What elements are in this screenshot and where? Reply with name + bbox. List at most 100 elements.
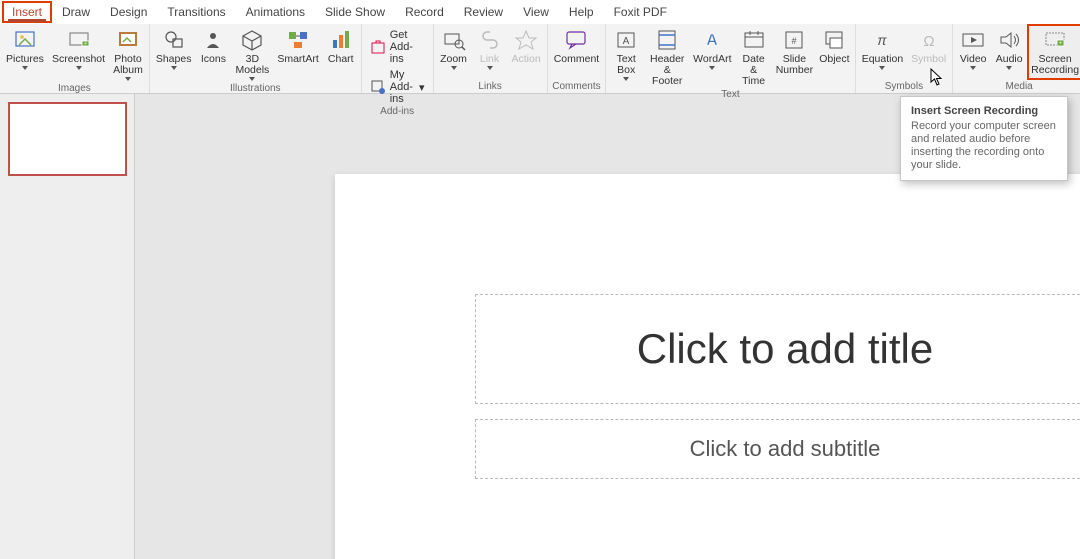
action-button: Action bbox=[510, 26, 543, 67]
tab-foxit[interactable]: Foxit PDF bbox=[604, 1, 677, 23]
chart-button[interactable]: Chart bbox=[325, 26, 357, 67]
tab-draw[interactable]: Draw bbox=[52, 1, 100, 23]
object-button[interactable]: Object bbox=[818, 26, 851, 67]
wordart-label: WordArt bbox=[693, 54, 731, 65]
icons-button[interactable]: Icons bbox=[197, 26, 229, 67]
link-button: Link bbox=[474, 26, 506, 72]
3d-models-button[interactable]: 3D Models bbox=[233, 26, 271, 83]
equation-button[interactable]: π Equation bbox=[860, 26, 905, 72]
smartart-button[interactable]: SmartArt bbox=[275, 26, 320, 67]
screen-recording-tooltip: Insert Screen Recording Record your comp… bbox=[900, 96, 1068, 181]
svg-text:π: π bbox=[878, 32, 888, 48]
get-addins-label: Get Add-ins bbox=[390, 29, 425, 65]
group-links-label: Links bbox=[438, 81, 543, 93]
tab-help[interactable]: Help bbox=[559, 1, 604, 23]
shapes-button[interactable]: Shapes bbox=[154, 26, 194, 72]
zoom-label: Zoom bbox=[440, 54, 467, 65]
chevron-down-icon bbox=[76, 66, 82, 70]
pictures-label: Pictures bbox=[6, 54, 44, 65]
addin-icon bbox=[370, 79, 386, 95]
datetime-icon bbox=[741, 28, 767, 52]
textbox-button[interactable]: A Text Box bbox=[610, 26, 642, 83]
screenshot-button[interactable]: + Screenshot bbox=[50, 26, 107, 72]
tab-animations[interactable]: Animations bbox=[236, 1, 315, 23]
shapes-label: Shapes bbox=[156, 54, 192, 65]
symbol-icon: Ω bbox=[916, 28, 942, 52]
chart-label: Chart bbox=[328, 54, 354, 65]
picture-icon bbox=[12, 28, 38, 52]
slidenumber-button[interactable]: # Slide Number bbox=[775, 26, 814, 78]
equation-label: Equation bbox=[862, 54, 903, 65]
svg-text:#: # bbox=[792, 36, 797, 46]
link-label: Link bbox=[480, 54, 499, 65]
ribbon-tabs: Insert Draw Design Transitions Animation… bbox=[0, 0, 1080, 24]
3d-models-label: 3D Models bbox=[235, 54, 269, 76]
header-footer-button[interactable]: Header & Footer bbox=[646, 26, 688, 89]
tab-slideshow[interactable]: Slide Show bbox=[315, 1, 395, 23]
smartart-label: SmartArt bbox=[277, 54, 318, 65]
slidenumber-label: Slide Number bbox=[776, 54, 813, 76]
icons-label: Icons bbox=[201, 54, 226, 65]
screenshot-icon: + bbox=[66, 28, 92, 52]
tab-view[interactable]: View bbox=[513, 1, 559, 23]
textbox-icon: A bbox=[613, 28, 639, 52]
video-label: Video bbox=[960, 54, 987, 65]
video-button[interactable]: Video bbox=[957, 26, 989, 72]
group-images: Pictures + Screenshot Photo Album Images bbox=[0, 24, 150, 93]
pictures-button[interactable]: Pictures bbox=[4, 26, 46, 72]
chevron-down-icon bbox=[22, 66, 28, 70]
equation-icon: π bbox=[869, 28, 895, 52]
datetime-label: Date & Time bbox=[738, 54, 768, 87]
chevron-down-icon bbox=[623, 77, 629, 81]
shapes-icon bbox=[161, 28, 187, 52]
photo-album-icon bbox=[115, 28, 141, 52]
group-addins: Get Add-ins My Add-ins ▾ Add-ins bbox=[362, 24, 434, 93]
audio-button[interactable]: Audio bbox=[993, 26, 1025, 72]
tab-record[interactable]: Record bbox=[395, 1, 454, 23]
chevron-down-icon bbox=[879, 66, 885, 70]
store-icon bbox=[370, 39, 386, 55]
screen-recording-icon: + bbox=[1042, 28, 1068, 52]
tab-design[interactable]: Design bbox=[100, 1, 157, 23]
wordart-button[interactable]: A WordArt bbox=[692, 26, 732, 72]
audio-icon bbox=[996, 28, 1022, 52]
header-footer-icon bbox=[654, 28, 680, 52]
tab-insert[interactable]: Insert bbox=[2, 1, 52, 23]
ribbon: Pictures + Screenshot Photo Album Images… bbox=[0, 24, 1080, 94]
tooltip-body: Record your computer screen and related … bbox=[911, 120, 1057, 172]
header-footer-label: Header & Footer bbox=[648, 54, 686, 87]
chevron-down-icon bbox=[1006, 66, 1012, 70]
subtitle-placeholder[interactable]: Click to add subtitle bbox=[475, 419, 1080, 479]
screen-recording-button[interactable]: + Screen Recording bbox=[1029, 26, 1080, 78]
group-links: Zoom Link Action Links bbox=[434, 24, 548, 93]
chevron-down-icon bbox=[970, 66, 976, 70]
svg-text:Ω: Ω bbox=[923, 33, 934, 50]
zoom-button[interactable]: Zoom bbox=[438, 26, 470, 72]
group-symbols-label: Symbols bbox=[860, 81, 948, 93]
thumbnail-slide-1[interactable] bbox=[10, 104, 125, 174]
slide[interactable]: Click to add title Click to add subtitle bbox=[335, 174, 1080, 559]
title-placeholder[interactable]: Click to add title bbox=[475, 294, 1080, 404]
group-media: Video Audio + Screen Recording Media bbox=[953, 24, 1080, 93]
chevron-down-icon bbox=[125, 77, 131, 81]
datetime-button[interactable]: Date & Time bbox=[736, 26, 770, 89]
group-media-label: Media bbox=[957, 81, 1080, 93]
tab-transitions[interactable]: Transitions bbox=[157, 1, 235, 23]
comment-button[interactable]: Comment bbox=[552, 26, 602, 67]
photo-album-label: Photo Album bbox=[113, 54, 143, 76]
chevron-down-icon bbox=[249, 77, 255, 81]
group-comments: Comment Comments bbox=[548, 24, 607, 93]
get-addins-button[interactable]: Get Add-ins bbox=[366, 28, 429, 66]
comment-icon bbox=[563, 28, 589, 52]
audio-label: Audio bbox=[996, 54, 1023, 65]
group-symbols: π Equation Ω Symbol Symbols bbox=[856, 24, 953, 93]
zoom-icon bbox=[441, 28, 467, 52]
wordart-icon: A bbox=[699, 28, 725, 52]
comment-label: Comment bbox=[554, 54, 600, 65]
chevron-down-icon bbox=[451, 66, 457, 70]
smartart-icon bbox=[285, 28, 311, 52]
tab-review[interactable]: Review bbox=[454, 1, 513, 23]
photo-album-button[interactable]: Photo Album bbox=[111, 26, 145, 83]
tooltip-title: Insert Screen Recording bbox=[911, 105, 1057, 117]
link-icon bbox=[477, 28, 503, 52]
